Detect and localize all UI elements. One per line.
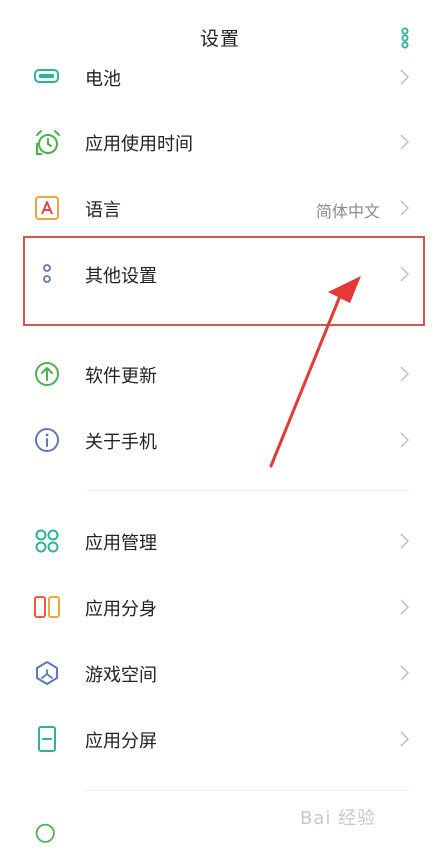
partial-item-icon: [35, 823, 55, 843]
chevron-right-icon: [400, 366, 410, 382]
settings-item-app-clone[interactable]: 应用分身: [0, 575, 440, 639]
apps-grid-icon: [35, 529, 59, 553]
info-icon: [35, 428, 59, 452]
chevron-right-icon: [400, 432, 410, 448]
settings-item-app-management[interactable]: 应用管理: [0, 509, 440, 573]
chevron-right-icon: [400, 731, 410, 747]
arrow-up-circle-icon: [35, 362, 59, 386]
chevron-right-icon: [400, 665, 410, 681]
language-icon: [35, 196, 59, 220]
settings-item-label: 软件更新: [85, 366, 157, 387]
app-clone-icon: [34, 596, 60, 618]
settings-item-battery[interactable]: 电池: [0, 45, 440, 109]
settings-item-language[interactable]: 语言 简体中文: [0, 176, 440, 240]
chevron-right-icon: [400, 134, 410, 150]
game-space-icon: [36, 661, 58, 685]
settings-item-software-update[interactable]: 软件更新: [0, 342, 440, 406]
settings-item-label: 其他设置: [85, 266, 157, 287]
settings-item-label: 电池: [85, 69, 121, 90]
chevron-right-icon: [400, 266, 410, 282]
watermark: Bai 经验: [300, 808, 377, 829]
section-divider: [84, 790, 410, 791]
settings-item-label: 应用管理: [85, 533, 157, 554]
chevron-right-icon: [400, 69, 410, 85]
settings-item-about-phone[interactable]: 关于手机: [0, 408, 440, 472]
split-screen-icon: [38, 726, 56, 752]
settings-item-label: 应用分屏: [85, 731, 157, 752]
settings-item-label: 语言: [85, 200, 121, 221]
language-value: 简体中文: [315, 202, 380, 221]
chevron-right-icon: [400, 533, 410, 549]
settings-item-label: 游戏空间: [85, 665, 157, 686]
settings-item-app-usage-time[interactable]: 应用使用时间: [0, 110, 440, 174]
alarm-clock-icon: [36, 130, 60, 155]
settings-item-label: 关于手机: [85, 432, 157, 453]
settings-item-other-settings[interactable]: 其他设置: [0, 242, 440, 306]
other-settings-icon: [43, 264, 51, 283]
chevron-right-icon: [400, 200, 410, 216]
settings-item-label: 应用分身: [85, 599, 157, 620]
battery-icon: [34, 69, 59, 83]
settings-item-label: 应用使用时间: [85, 134, 193, 155]
settings-item-split-screen[interactable]: 应用分屏: [0, 707, 440, 771]
chevron-right-icon: [400, 599, 410, 615]
section-divider: [84, 490, 410, 491]
settings-item-game-space[interactable]: 游戏空间: [0, 641, 440, 705]
